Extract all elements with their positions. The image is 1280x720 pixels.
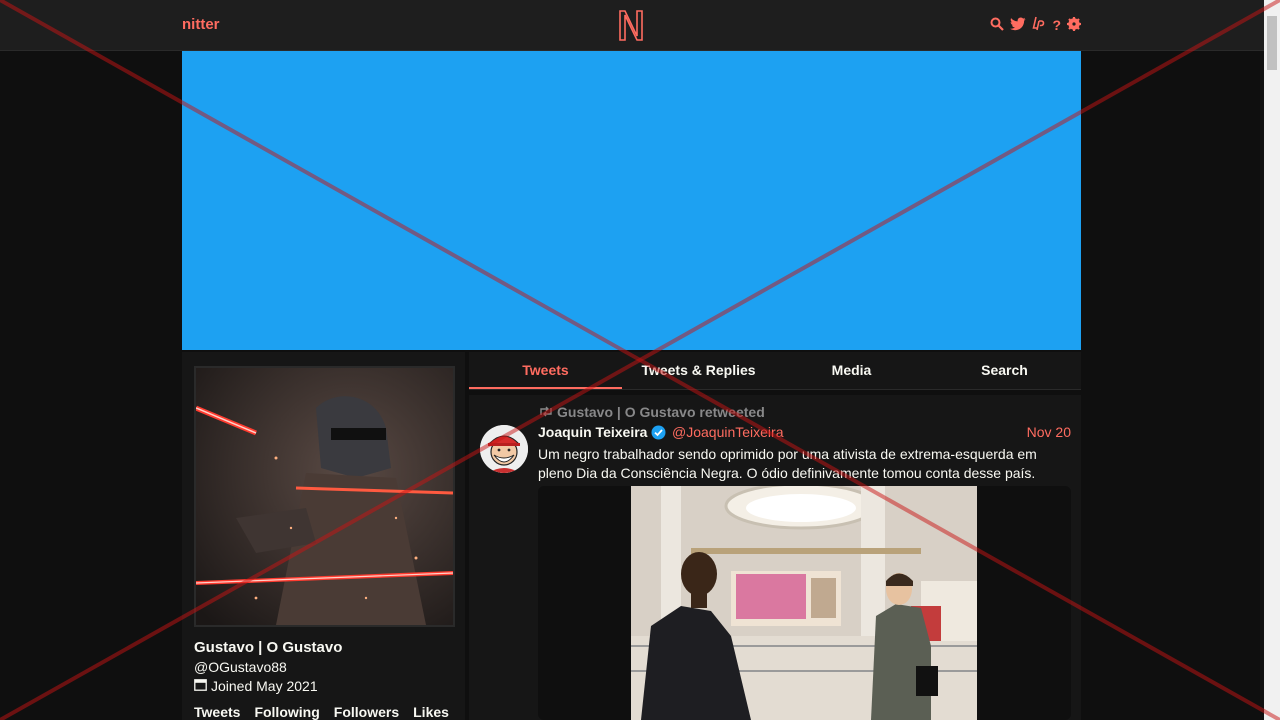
stat-following[interactable]: Following [254,704,319,720]
tweet-author-handle[interactable]: @JoaquinTeixeira [672,424,784,440]
joined-text: Joined May 2021 [211,678,318,694]
search-icon[interactable] [990,17,1005,34]
tweet-date[interactable]: Nov 20 [1027,424,1071,440]
stat-likes[interactable]: Likes [413,704,449,720]
tab-search[interactable]: Search [928,352,1081,389]
profile-avatar[interactable] [194,366,455,627]
tweet-media-image[interactable] [631,486,977,720]
profile-username[interactable]: @OGustavo88 [194,659,287,675]
retweet-icon [539,404,553,420]
tab-tweets[interactable]: Tweets [469,352,622,389]
profile-fullname[interactable]: Gustavo | O Gustavo [194,639,342,656]
profile-stats: Tweets Following Followers Likes [194,704,449,720]
retweet-header: Gustavo | O Gustavo retweeted [539,404,765,420]
tweet-author-name[interactable]: Joaquin Teixeira [538,424,647,440]
profile-joined: Joined May 2021 [194,678,318,694]
tweet-media[interactable] [538,486,1071,720]
stat-followers[interactable]: Followers [334,704,399,720]
tab-media[interactable]: Media [775,352,928,389]
twitter-icon[interactable] [1010,17,1026,34]
tweet-header: Joaquin Teixeira @JoaquinTeixeira Nov 20 [538,424,1071,442]
liberapay-icon[interactable] [1032,16,1046,34]
timeline: Gustavo | O Gustavo retweeted Joaquin Te… [469,395,1081,720]
timeline-tabs: Tweets Tweets & Replies Media Search [469,352,1081,390]
scrollbar-thumb[interactable] [1267,16,1277,70]
help-icon[interactable]: ? [1052,17,1061,33]
nitter-logo-icon[interactable] [617,8,645,47]
nav-icons: ? [990,16,1081,34]
stat-tweets[interactable]: Tweets [194,704,240,720]
brand-link[interactable]: nitter [182,16,220,33]
scrollbar[interactable] [1264,0,1280,720]
profile-banner[interactable] [182,51,1081,350]
tweet-text: Um negro trabalhador sendo oprimido por … [538,446,1037,481]
navbar: nitter ? [0,0,1264,51]
profile-card: Gustavo | O Gustavo @OGustavo88 Joined M… [182,352,465,720]
retweet-label: Gustavo | O Gustavo retweeted [557,404,765,420]
tweet-avatar[interactable] [480,425,528,473]
verified-icon [651,425,666,443]
calendar-icon [194,678,207,694]
tab-tweets-replies[interactable]: Tweets & Replies [622,352,775,389]
gear-icon[interactable] [1067,16,1081,34]
